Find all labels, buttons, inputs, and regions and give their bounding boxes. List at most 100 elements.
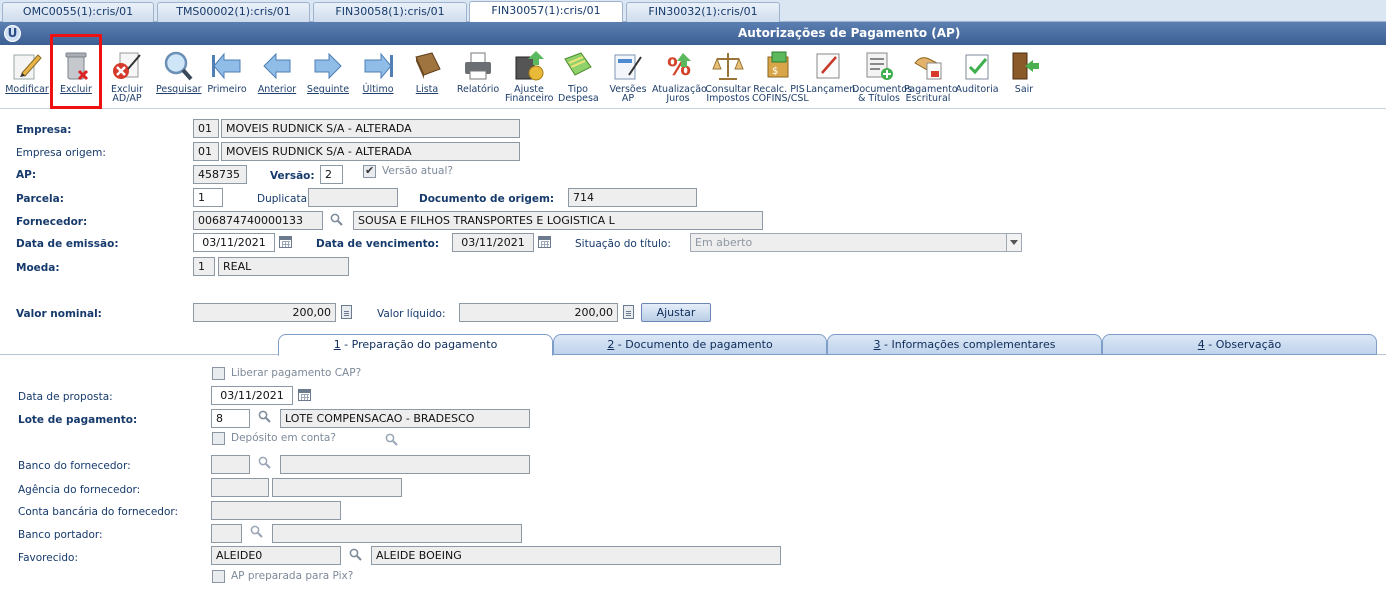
expense-type-icon <box>564 52 592 76</box>
parcela-field[interactable]: 1 <box>193 188 223 207</box>
agencia-code-field[interactable] <box>211 478 269 497</box>
duplicata-field[interactable] <box>308 188 398 207</box>
valor-liquido-calculator-icon[interactable] <box>623 305 634 319</box>
data-vencimento-calendar-icon[interactable] <box>538 236 551 248</box>
deposito-conta-label: Depósito em conta? <box>231 432 336 444</box>
data-emissao-calendar-icon[interactable] <box>279 236 292 248</box>
chevron-down-icon[interactable] <box>1006 234 1021 251</box>
documentos-titulos-button[interactable]: Documentos & Títulos <box>852 47 912 107</box>
tab-informacoes-complementares[interactable]: 3 - Informações complementares <box>827 334 1102 355</box>
modificar-button[interactable]: Modificar <box>4 47 50 107</box>
window-tab-tms00002[interactable]: TMS00002(1):cris/01 <box>157 2 310 22</box>
data-vencimento-field[interactable]: 03/11/2021 <box>452 233 534 252</box>
atualizacao-juros-button[interactable]: % Atualização Juros <box>652 47 707 107</box>
ajuste-financeiro-button[interactable]: Ajuste Financeiro <box>505 47 554 107</box>
banco-fornecedor-code-field[interactable] <box>211 455 250 474</box>
empresa-label: Empresa: <box>16 124 72 136</box>
banco-portador-label: Banco portador: <box>18 529 103 541</box>
excluir-highlight-box <box>50 34 102 109</box>
audit-icon <box>965 54 989 80</box>
moeda-name-field[interactable]: REAL <box>218 257 349 276</box>
empresa-origem-name-field[interactable]: MOVEIS RUDNICK S/A - ALTERADA <box>221 142 520 161</box>
banco-fornecedor-search-icon[interactable] <box>258 456 271 469</box>
window-tab-fin30032[interactable]: FIN30032(1):cris/01 <box>626 2 780 22</box>
empresa-origem-code-field[interactable]: 01 <box>193 142 219 161</box>
empresa-name-field[interactable]: MOVEIS RUDNICK S/A - ALTERADA <box>221 119 520 138</box>
favorecido-code-field[interactable]: ALEIDE0 <box>211 546 341 565</box>
search-icon <box>164 51 193 81</box>
fornecedor-search-icon[interactable] <box>330 213 343 226</box>
excluir-ad-ap-button[interactable]: Excluir AD/AP <box>104 47 150 107</box>
data-vencimento-label: Data de vencimento: <box>316 238 440 250</box>
deposito-search-icon[interactable] <box>385 433 398 446</box>
moeda-code-field[interactable]: 1 <box>193 257 215 276</box>
seguinte-button[interactable]: Seguinte <box>306 47 350 107</box>
relatorio-button[interactable]: Relatório <box>456 47 500 107</box>
favorecido-search-icon[interactable] <box>349 548 362 561</box>
sair-button[interactable]: Sair <box>1004 47 1044 107</box>
empresa-code-field[interactable]: 01 <box>193 119 219 138</box>
ap-field[interactable]: 458735 <box>193 165 247 184</box>
pesquisar-button[interactable]: Pesquisar <box>156 47 202 107</box>
window-tab-fin30058[interactable]: FIN30058(1):cris/01 <box>313 2 467 22</box>
valor-nominal-field[interactable]: 200,00 <box>193 303 336 322</box>
valor-liquido-field[interactable]: 200,00 <box>459 303 618 322</box>
versao-atual-checkbox[interactable] <box>363 164 376 178</box>
fornecedor-code-field[interactable]: 006874740000133 <box>193 211 323 230</box>
ultimo-button[interactable]: Último <box>358 47 398 107</box>
banco-fornecedor-label: Banco do fornecedor: <box>18 460 131 472</box>
lancamentos-button[interactable]: Lançamen. <box>806 47 858 107</box>
favorecido-name-field[interactable]: ALEIDE BOEING <box>371 546 781 565</box>
ajustar-button[interactable]: Ajustar <box>641 303 711 322</box>
valor-nominal-calculator-icon[interactable] <box>341 305 352 319</box>
data-emissao-label: Data de emissão: <box>16 238 119 250</box>
auditoria-button[interactable]: Auditoria <box>954 47 1000 107</box>
tipo-despesa-button[interactable]: Tipo Despesa <box>558 47 599 107</box>
payment-icon <box>914 57 942 80</box>
primeiro-button[interactable]: Primeiro <box>206 47 248 107</box>
consultar-impostos-button[interactable]: Consultar Impostos <box>705 47 751 107</box>
recalc-icon: $ <box>767 51 789 78</box>
data-proposta-calendar-icon[interactable] <box>298 389 311 401</box>
duplicata-label: Duplicata: <box>257 193 311 205</box>
situacao-select[interactable]: Em aberto <box>690 233 1022 252</box>
tab-observacao[interactable]: 4 - Observação <box>1102 334 1377 355</box>
scales-icon <box>712 53 744 80</box>
fornecedor-name-field[interactable]: SOUSA E FILHOS TRANSPORTES E LOGISTICA L <box>353 211 763 230</box>
edit-icon <box>13 54 42 80</box>
data-proposta-field[interactable]: 03/11/2021 <box>211 386 293 405</box>
versions-icon <box>614 54 642 80</box>
versoes-ap-button[interactable]: Versões AP <box>606 47 650 107</box>
tab-preparacao-pagamento[interactable]: 1 - Preparação do pagamento <box>278 334 553 356</box>
tab-documento-pagamento[interactable]: 2 - Documento de pagamento <box>553 334 827 355</box>
lote-search-icon[interactable] <box>258 410 271 423</box>
conta-bancaria-field[interactable] <box>211 501 341 520</box>
lista-button[interactable]: Lista <box>406 47 448 107</box>
agencia-name-field[interactable] <box>272 478 402 497</box>
pix-checkbox[interactable] <box>212 570 225 583</box>
recalc-pis-button[interactable]: $ Recalc. PIS COFINS/CSL <box>752 47 809 107</box>
data-emissao-field[interactable]: 03/11/2021 <box>193 233 275 252</box>
deposito-conta-checkbox[interactable] <box>212 432 225 445</box>
anterior-button[interactable]: Anterior <box>256 47 298 107</box>
parcela-label: Parcela: <box>16 193 64 205</box>
versao-field[interactable]: 2 <box>320 165 343 184</box>
documento-origem-field[interactable]: 714 <box>568 188 697 207</box>
versao-atual-label: Versão atual? <box>382 165 453 177</box>
pagamento-escritural-button[interactable]: Pagamento Escritural <box>904 47 958 107</box>
lote-code-field[interactable]: 8 <box>211 409 250 428</box>
banco-portador-name-field[interactable] <box>272 524 522 543</box>
title-bar: U Autorizações de Pagamento (AP) <box>0 22 1386 45</box>
book-icon <box>415 52 441 79</box>
window-tab-fin30057[interactable]: FIN30057(1):cris/01 <box>469 1 623 23</box>
documents-icon <box>866 52 893 80</box>
banco-fornecedor-name-field[interactable] <box>280 455 530 474</box>
app-logo-icon[interactable]: U <box>4 25 21 42</box>
interest-icon: % <box>667 53 691 81</box>
liberar-pagamento-checkbox[interactable] <box>212 367 225 380</box>
lote-name-field[interactable]: LOTE COMPENSACAO - BRADESCO <box>280 409 530 428</box>
window-tab-omc0055[interactable]: OMC0055(1):cris/01 <box>2 2 154 22</box>
svg-text:%: % <box>667 53 691 81</box>
banco-portador-search-icon[interactable] <box>250 525 263 538</box>
banco-portador-code-field[interactable] <box>211 524 242 543</box>
